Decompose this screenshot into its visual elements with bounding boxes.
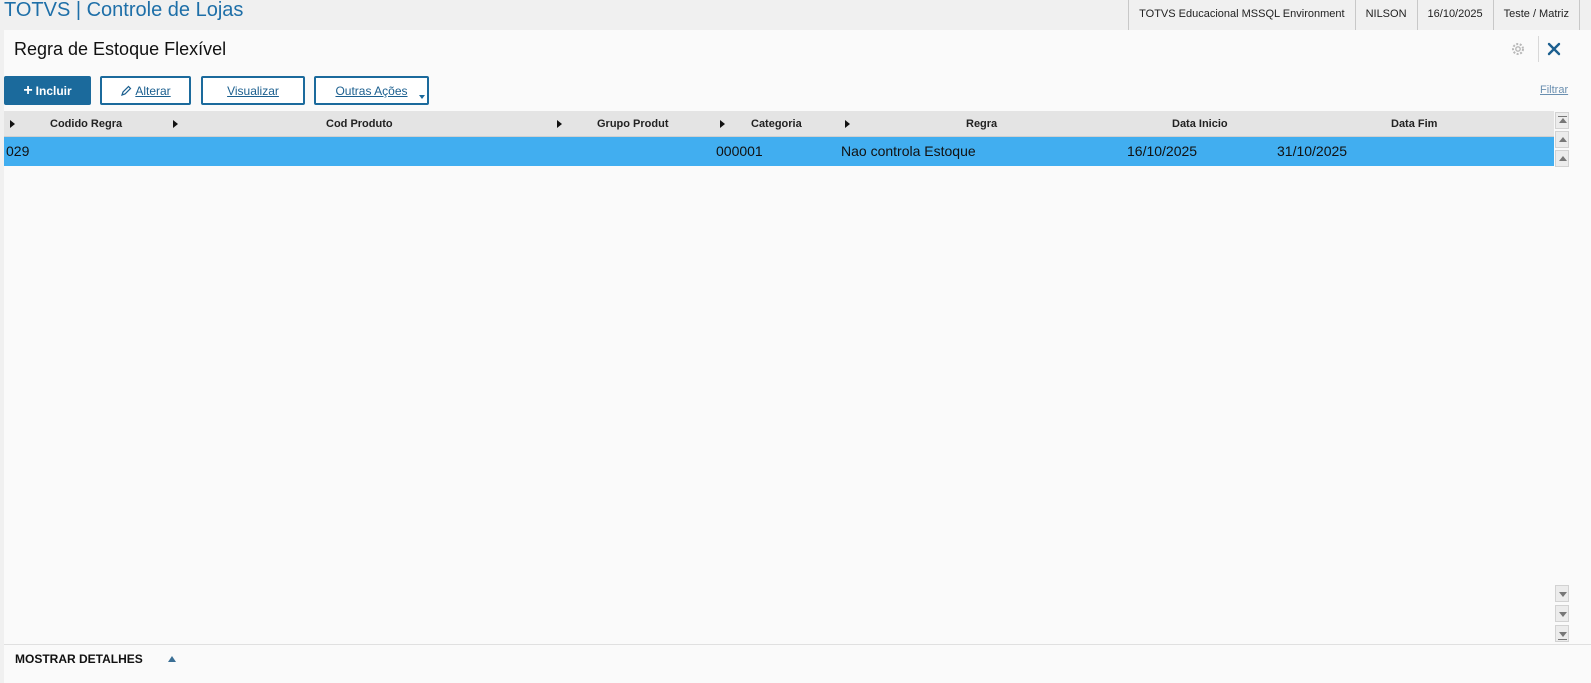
bar-mark: [1558, 116, 1567, 117]
main-panel: Regra de Estoque Flexível + Incluir Alte…: [4, 30, 1591, 683]
branch-label[interactable]: Teste / Matriz: [1492, 0, 1580, 30]
column-arrow-icon[interactable]: [845, 120, 850, 128]
top-bar: TOTVS | Controle de Lojas TOTVS Educacio…: [0, 0, 1591, 30]
column-header-regra[interactable]: Regra: [966, 111, 997, 137]
column-arrow-icon[interactable]: [557, 120, 562, 128]
session-info: TOTVS Educacional MSSQL Environment NILS…: [1128, 0, 1580, 30]
footer-divider: [4, 644, 1591, 645]
table-row[interactable]: 029 000001 Nao controla Estoque 16/10/20…: [4, 137, 1554, 166]
view-button[interactable]: Visualizar: [201, 76, 305, 105]
scroll-up-icon: [1559, 118, 1567, 123]
environment-label: TOTVS Educacional MSSQL Environment: [1128, 0, 1354, 30]
show-details-toggle[interactable]: MOSTRAR DETALHES: [15, 652, 143, 666]
pencil-icon: [121, 85, 132, 96]
filter-link[interactable]: Filtrar: [1540, 84, 1568, 96]
scroll-up-icon: [1559, 156, 1567, 161]
scroll-page-up-button[interactable]: [1555, 131, 1569, 148]
other-actions-label: Outras Ações: [335, 83, 408, 98]
column-header-grupo-produto[interactable]: Grupo Produt: [597, 111, 669, 137]
column-header-cod-produto[interactable]: Cod Produto: [326, 111, 393, 137]
cell-data-inicio: 16/10/2025: [1127, 143, 1198, 159]
chevron-up-icon[interactable]: [168, 656, 176, 662]
column-arrow-icon[interactable]: [173, 120, 178, 128]
column-header-data-fim[interactable]: Data Fim: [1391, 111, 1437, 137]
date-label: 16/10/2025: [1416, 0, 1493, 30]
cell-regra: Nao controla Estoque: [841, 143, 976, 159]
scroll-up-icon: [1559, 137, 1567, 142]
caret-down-icon: [419, 95, 425, 99]
scroll-down-icon: [1559, 592, 1567, 597]
gear-icon[interactable]: [1510, 41, 1526, 57]
scroll-down-icon: [1559, 632, 1567, 637]
bar-mark: [1558, 639, 1567, 640]
scroll-up-button[interactable]: [1555, 150, 1569, 167]
view-button-label: Visualizar: [227, 83, 279, 98]
app-title: TOTVS | Controle de Lojas: [4, 0, 244, 21]
header-divider: [1538, 36, 1539, 62]
cell-codigo-regra: 029: [6, 143, 30, 159]
column-arrow-icon[interactable]: [10, 120, 15, 128]
scroll-bottom-button[interactable]: [1555, 625, 1569, 642]
scroll-top-button[interactable]: [1555, 112, 1569, 129]
close-icon[interactable]: [1545, 40, 1563, 58]
include-button[interactable]: + Incluir: [4, 76, 91, 105]
plus-icon: +: [23, 81, 33, 99]
column-header-codigo-regra[interactable]: Codido Regra: [50, 111, 122, 137]
other-actions-button[interactable]: Outras Ações: [314, 76, 429, 105]
user-label: NILSON: [1354, 0, 1417, 30]
page-title: Regra de Estoque Flexível: [14, 39, 227, 59]
scroll-down-icon: [1559, 612, 1567, 617]
scroll-page-down-button[interactable]: [1555, 605, 1569, 622]
column-arrow-icon[interactable]: [720, 120, 725, 128]
column-header-data-inicio[interactable]: Data Inicio: [1172, 111, 1228, 137]
alter-button-label: Alterar: [135, 83, 171, 98]
cell-data-fim: 31/10/2025: [1277, 143, 1348, 159]
include-button-label: Incluir: [35, 83, 72, 98]
scroll-down-button[interactable]: [1555, 585, 1569, 602]
cell-categoria: 000001: [716, 143, 763, 159]
grid-header: Codido Regra Cod Produto Grupo Produt Ca…: [4, 111, 1554, 137]
alter-button[interactable]: Alterar: [100, 76, 191, 105]
column-header-categoria[interactable]: Categoria: [751, 111, 802, 137]
